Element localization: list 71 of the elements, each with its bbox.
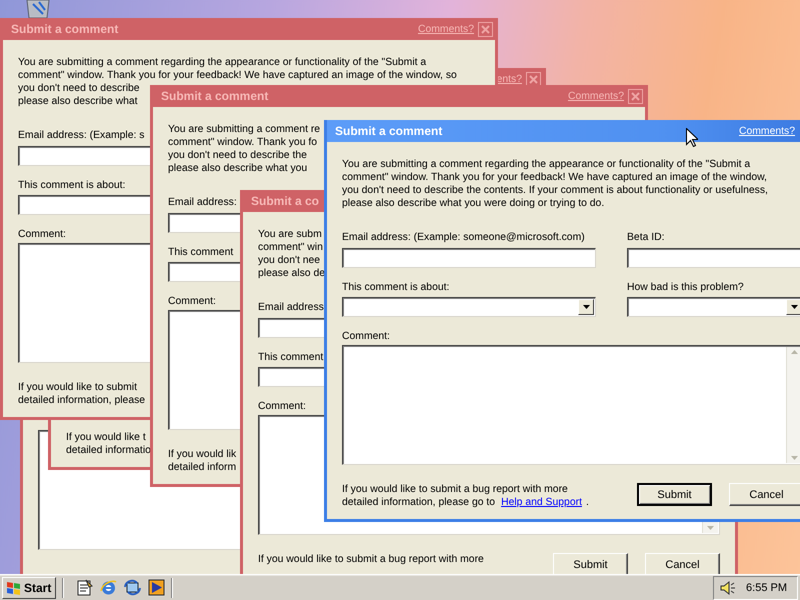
speaker-icon[interactable] (720, 580, 736, 596)
dropdown-button[interactable] (578, 299, 594, 315)
intro-text-line: please also describe what you (168, 162, 308, 175)
close-icon (481, 24, 490, 34)
close-icon (631, 92, 640, 100)
field-label: Email address: (Example: s (18, 129, 144, 142)
severity-dropdown[interactable] (627, 297, 800, 317)
clock[interactable]: 6:55 PM (746, 582, 787, 594)
footer-text: If you would like to submit (18, 381, 138, 394)
intro-text-line: you don't need to describe (18, 82, 140, 95)
sync-icon[interactable] (124, 579, 141, 596)
cancel-button[interactable]: Cancel (729, 483, 800, 506)
email-field[interactable] (342, 248, 596, 268)
close-icon (529, 74, 538, 84)
beta-id-field[interactable] (627, 248, 800, 268)
window-title: Submit a comment (335, 124, 442, 138)
field-label: Email address: (Example: someone@microsoft.com) (342, 231, 585, 244)
cursor-icon (686, 128, 698, 147)
field-label: This comment is about: (342, 281, 450, 294)
intro-text-line: please also de (258, 267, 326, 280)
footer-text: detailed information, please go to (342, 496, 496, 509)
field-label: Comment: (342, 330, 390, 343)
field-label: Comment: (258, 400, 306, 413)
topic-dropdown[interactable] (342, 297, 596, 317)
dropdown-button[interactable] (786, 299, 800, 315)
intro-text-line: you don't need to describe the contents. If your comment is about functionality or usefulness, (342, 184, 768, 197)
window-title: Submit a co (251, 194, 320, 208)
trash-bin-icon[interactable] (25, 0, 51, 18)
intro-text-line: please also describe what (18, 95, 138, 108)
footer-text: If you would like to submit a bug report with more (258, 553, 484, 566)
media-player-icon[interactable] (148, 579, 165, 596)
footer-text: If you would like to submit a bug report with more (342, 483, 569, 496)
submit-button[interactable]: Submit (637, 483, 712, 506)
windows-flag-icon (6, 580, 22, 594)
window-title: Submit a comment (11, 22, 118, 36)
comments-link[interactable]: Comments? (738, 126, 795, 136)
submit-button[interactable]: Submit (553, 553, 628, 576)
intro-text-line: comment" window. Thank you for your feedback! We have captured an image of the window, (342, 171, 767, 184)
intro-text-line: You are submitting a comment regarding the appearance or functionality of the "Submit a (18, 56, 426, 69)
footer-text: If you would lik (168, 448, 236, 461)
footer-text: . (586, 496, 589, 509)
intro-text-line: You are submitting a comment re (168, 123, 320, 136)
comment-textarea[interactable] (342, 345, 800, 465)
notepad-icon[interactable] (76, 579, 93, 596)
cancel-button[interactable]: Cancel (645, 553, 720, 576)
field-label: This comment is about: (18, 179, 126, 192)
intro-text-line: comment" win (258, 241, 323, 254)
footer-text: If you would like t (66, 431, 147, 444)
field-label: Comment: (168, 295, 216, 308)
window-title: Submit a comment (161, 89, 268, 103)
field-label: Email address: (168, 196, 237, 209)
field-label: This comment (168, 246, 234, 259)
help-link[interactable]: Help and Support (501, 496, 582, 509)
intro-text-line: comment" window. Thank you fo (168, 136, 318, 149)
field-label: Email address (258, 301, 324, 314)
field-label: Comment: (18, 228, 66, 241)
field-label: How bad is this problem? (627, 281, 744, 294)
intro-text-line: You are submitting a comment regarding the appearance or functionality of the "Submit a (342, 158, 750, 171)
intro-text-line: you don't need to describe the (168, 149, 307, 162)
start-button[interactable]: Start (2, 576, 56, 598)
footer-text: detailed information, please (18, 394, 146, 407)
browser-icon[interactable] (100, 579, 117, 596)
intro-text-line: please also describe what you were doing or trying to do. (342, 197, 604, 210)
footer-text: detailed inform (168, 461, 236, 474)
field-label: Beta ID: (627, 231, 665, 244)
footer-text: detailed informatio (66, 444, 151, 457)
intro-text-line: you don't nee (258, 254, 320, 267)
caret-icon (790, 305, 798, 309)
intro-text-line: comment" window. Thank you for your feedback! We have captured an image of the window, so (18, 69, 457, 82)
intro-text-line: You are subm (258, 228, 322, 241)
field-label: This comment (258, 351, 324, 364)
